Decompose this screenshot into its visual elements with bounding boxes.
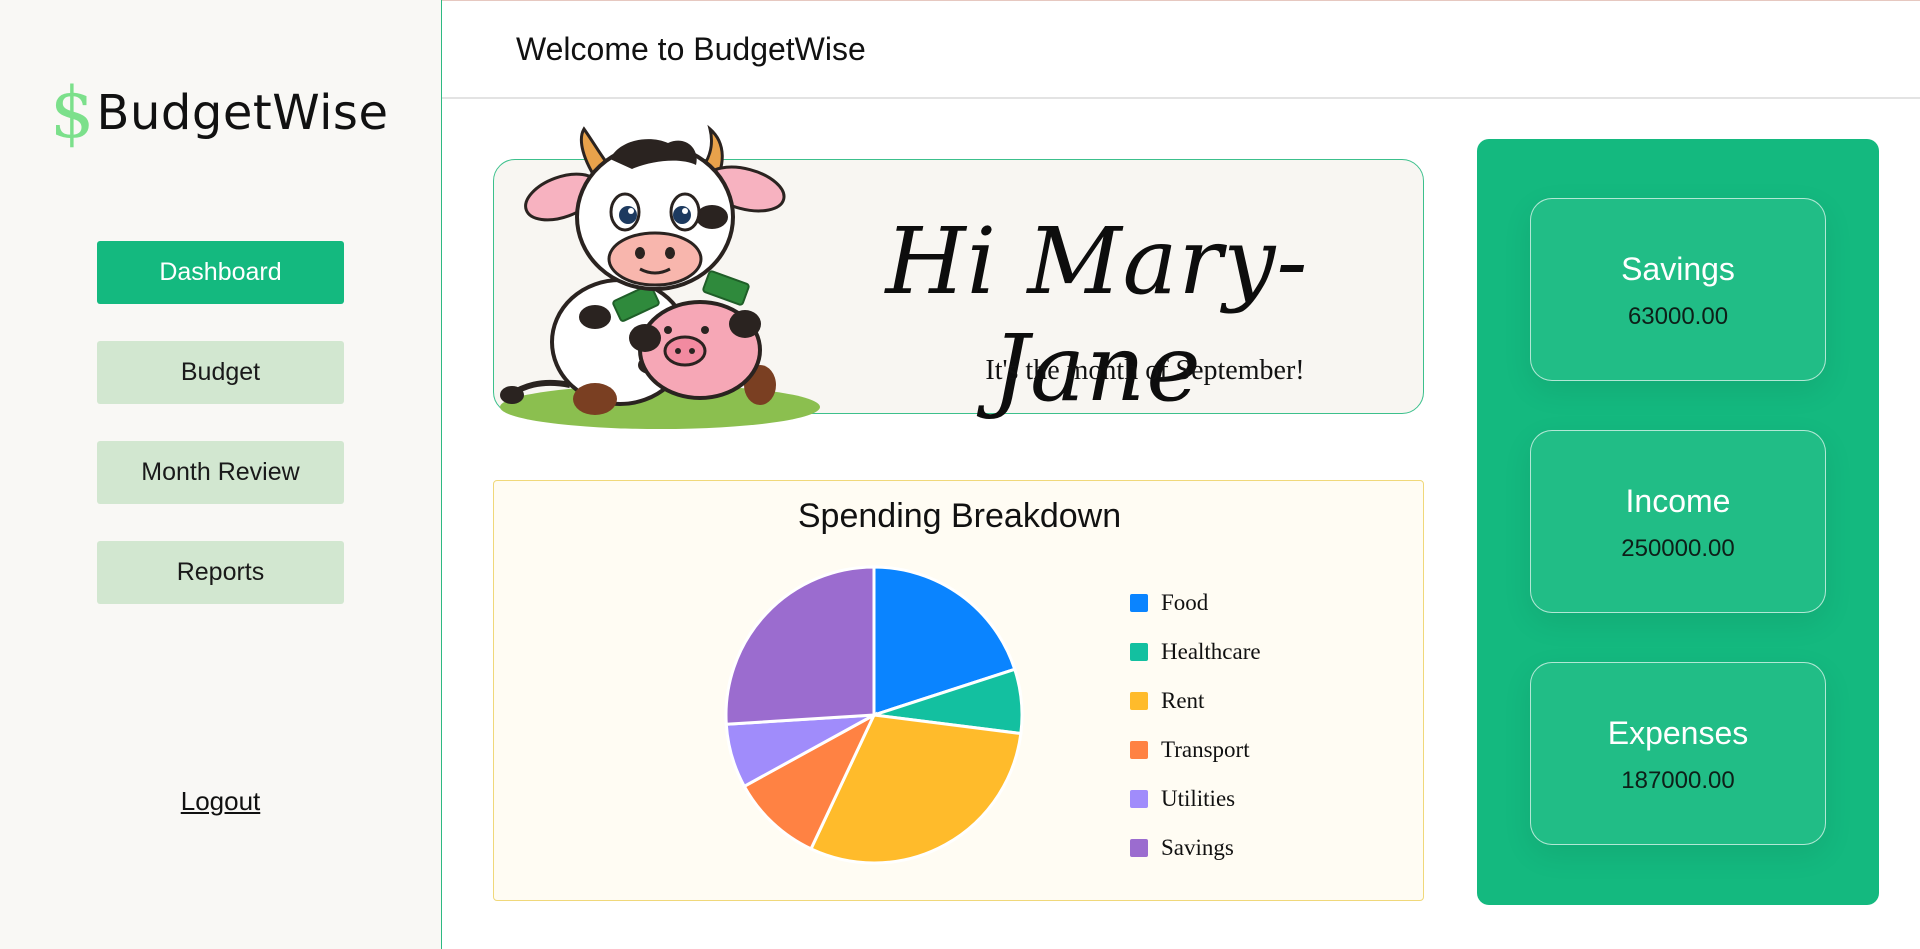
- legend-item-transport[interactable]: Transport: [1130, 725, 1261, 774]
- legend-label: Food: [1161, 589, 1209, 615]
- chart-title: Spending Breakdown: [797, 497, 1122, 535]
- logo[interactable]: $ BudgetWise: [50, 78, 388, 148]
- logo-text: BudgetWise: [96, 85, 389, 141]
- logout-link[interactable]: Logout: [0, 786, 441, 817]
- legend-swatch: [1130, 642, 1148, 661]
- income-label: Income: [1625, 483, 1731, 519]
- spending-breakdown-card: Spending Breakdown Food Healthcare Rent Tra…: [493, 480, 1424, 901]
- sidebar: $ BudgetWise Dashboard Budget Month Revi…: [0, 0, 442, 949]
- greeting-subtitle: It's the month of September!: [985, 355, 1305, 386]
- expenses-card[interactable]: Expenses 187000.00: [1530, 662, 1826, 845]
- legend-item-healthcare[interactable]: Healthcare: [1130, 627, 1261, 676]
- legend-label: Utilities: [1161, 785, 1236, 811]
- legend-item-utilities[interactable]: Utilities: [1130, 774, 1261, 823]
- legend-label: Healthcare: [1161, 638, 1261, 664]
- savings-value: 63000.00: [1627, 303, 1729, 330]
- header: Welcome to BudgetWise: [442, 0, 1920, 99]
- legend-swatch: [1130, 593, 1148, 612]
- stats-panel: Savings 63000.00 Income 250000.00 Expens…: [1477, 139, 1879, 905]
- expenses-value: 187000.00: [1621, 767, 1735, 794]
- sidebar-item-budget[interactable]: Budget: [97, 341, 344, 404]
- legend-label: Transport: [1161, 736, 1250, 762]
- legend-item-food[interactable]: Food: [1130, 578, 1261, 627]
- dollar-icon: $: [50, 72, 95, 154]
- expenses-label: Expenses: [1607, 715, 1749, 751]
- chart-legend: Food Healthcare Rent Transport Utilities Savi…: [1130, 578, 1261, 872]
- legend-label: Savings: [1161, 834, 1234, 860]
- legend-swatch: [1130, 789, 1148, 808]
- sidebar-item-month-review[interactable]: Month Review: [97, 441, 344, 504]
- sidebar-nav: Dashboard Budget Month Review Reports: [97, 241, 344, 641]
- legend-label: Rent: [1161, 687, 1205, 713]
- legend-item-savings[interactable]: Savings: [1130, 823, 1261, 872]
- spending-pie-chart: [724, 565, 1024, 865]
- sidebar-item-dashboard[interactable]: Dashboard: [97, 241, 344, 304]
- legend-item-rent[interactable]: Rent: [1130, 676, 1261, 725]
- legend-swatch: [1130, 740, 1148, 759]
- page-title: Welcome to BudgetWise: [516, 31, 866, 67]
- pie-slice-savings[interactable]: [724, 565, 876, 726]
- income-value: 250000.00: [1621, 535, 1735, 562]
- sidebar-item-reports[interactable]: Reports: [97, 541, 344, 604]
- income-card[interactable]: Income 250000.00: [1530, 430, 1826, 613]
- greeting-name: Hi Mary-Jane: [885, 208, 1309, 422]
- cow-mascot-illustration: [500, 124, 820, 429]
- legend-swatch: [1130, 838, 1148, 857]
- legend-swatch: [1130, 691, 1148, 710]
- savings-card[interactable]: Savings 63000.00: [1530, 198, 1826, 381]
- savings-label: Savings: [1621, 251, 1735, 287]
